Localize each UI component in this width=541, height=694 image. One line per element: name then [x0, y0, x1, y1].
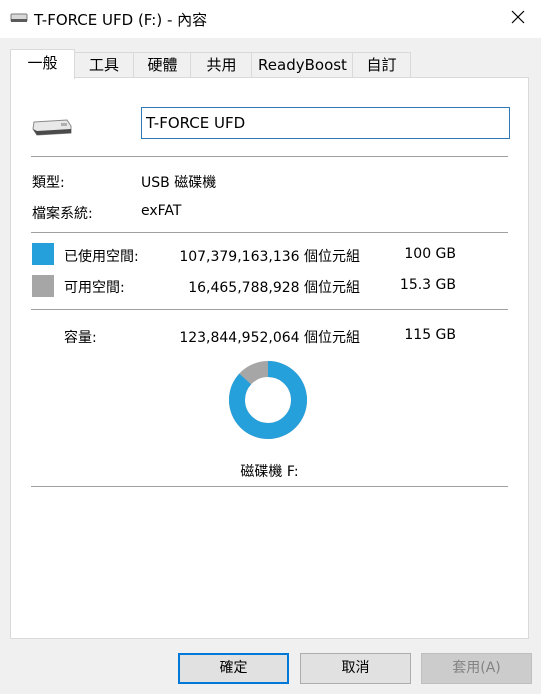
separator: [31, 232, 508, 233]
separator: [31, 156, 508, 157]
ok-button[interactable]: 確定: [178, 653, 289, 684]
usb-drive-icon: [31, 116, 73, 144]
cancel-button[interactable]: 取消: [300, 653, 411, 684]
usb-drive-icon: [10, 12, 28, 28]
tab-sharing[interactable]: 共用: [190, 52, 253, 77]
capacity-bytes: 123,844,952,064 個位元組: [179, 330, 360, 346]
free-space-label: 可用空間:: [64, 280, 125, 296]
used-space-label: 已使用空間:: [64, 249, 139, 265]
tab-tools[interactable]: 工具: [73, 52, 135, 77]
capacity-label: 容量:: [64, 330, 97, 346]
type-label: 類型:: [32, 175, 65, 191]
used-space-bytes: 107,379,163,136 個位元組: [179, 249, 360, 265]
disk-usage-donut: [229, 361, 307, 439]
drive-letter-label: 磁碟機 F:: [240, 464, 299, 480]
close-icon: [511, 10, 525, 28]
free-space-bytes: 16,465,788,928 個位元組: [188, 280, 360, 296]
filesystem-value: exFAT: [141, 203, 182, 219]
tab-customize[interactable]: 自訂: [352, 52, 411, 77]
window-title: T-FORCE UFD (F:) - 內容: [34, 11, 208, 29]
title-bar: T-FORCE UFD (F:) - 內容: [0, 0, 541, 38]
free-space-size: 15.3 GB: [399, 277, 456, 293]
separator: [31, 309, 508, 310]
general-panel: 類型: USB 磁碟機 檔案系統: exFAT 已使用空間: 107,379,1…: [10, 77, 529, 639]
close-button[interactable]: [495, 0, 541, 38]
apply-button[interactable]: 套用(A): [421, 653, 532, 684]
capacity-size: 115 GB: [404, 327, 456, 343]
separator: [31, 486, 508, 487]
tab-hardware[interactable]: 硬體: [133, 52, 192, 77]
tab-readyboost[interactable]: ReadyBoost: [251, 52, 354, 77]
tab-general[interactable]: 一般: [10, 49, 75, 79]
drive-name-input[interactable]: [141, 107, 510, 139]
filesystem-label: 檔案系統:: [32, 206, 93, 222]
used-space-size: 100 GB: [404, 246, 456, 262]
used-space-swatch: [32, 243, 54, 265]
type-value: USB 磁碟機: [141, 175, 217, 191]
free-space-swatch: [32, 275, 54, 297]
